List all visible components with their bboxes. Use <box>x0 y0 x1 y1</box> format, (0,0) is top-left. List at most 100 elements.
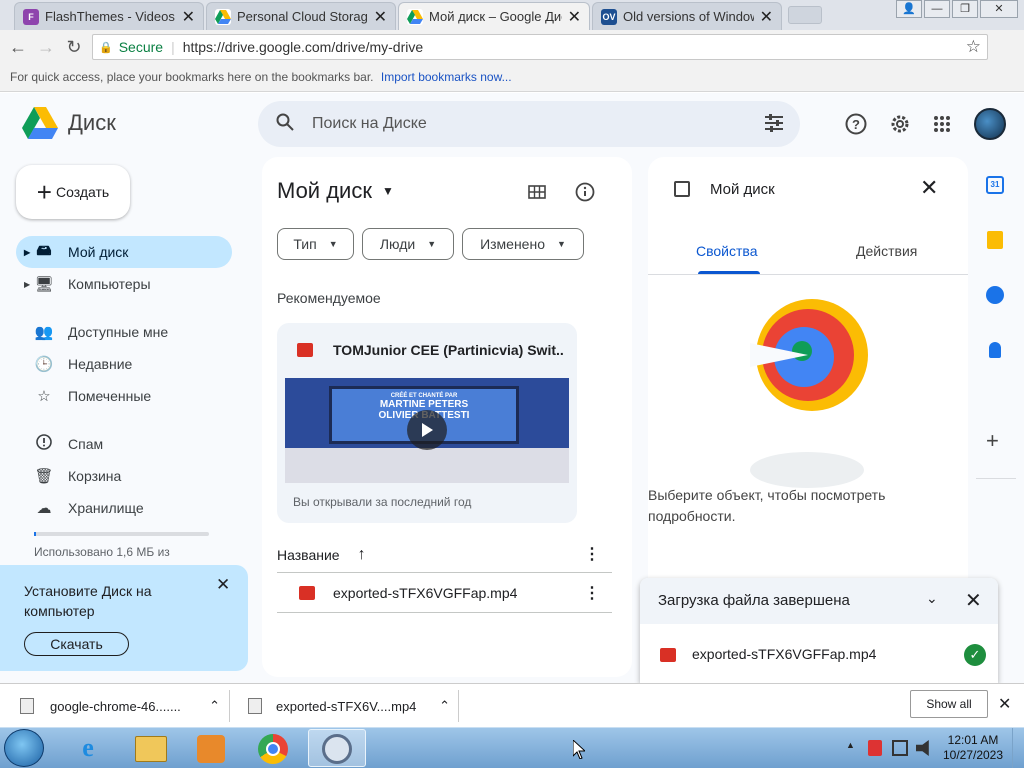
contacts-icon[interactable] <box>989 342 1001 358</box>
tab-title: Мой диск – Google Диск <box>429 9 562 24</box>
name-column-header[interactable]: Название <box>277 547 340 563</box>
keep-icon[interactable] <box>987 231 1003 249</box>
table-row[interactable]: exported-sTFX6VGFFap.mp4 ⋮ <box>277 573 612 613</box>
add-addon-plus-icon[interactable]: + <box>986 428 999 454</box>
drive-logo[interactable]: Диск <box>22 107 116 139</box>
network-icon[interactable] <box>892 740 908 756</box>
sidebar-item-spam[interactable]: Спам <box>16 428 232 460</box>
page-title-text: Мой диск <box>277 178 372 203</box>
tab-actions[interactable]: Действия <box>856 243 917 259</box>
calendar-icon[interactable]: 31 <box>986 176 1004 194</box>
chrome-taskbar-icon[interactable] <box>258 734 288 764</box>
url-text[interactable]: https://drive.google.com/drive/my-drive <box>183 39 423 55</box>
sidebar-item-shared[interactable]: 👥 Доступные мне <box>16 316 232 348</box>
action-center-flag-icon[interactable] <box>868 740 882 756</box>
chrome-window-icon <box>322 734 352 764</box>
filter-type[interactable]: Тип ▼ <box>277 228 354 260</box>
sidebar-item-trash[interactable]: 🗑 Корзина <box>16 460 232 492</box>
close-shelf-icon[interactable]: ✕ <box>998 694 1011 714</box>
tab-old-versions[interactable]: OV Old versions of Windows ✕ <box>592 2 782 30</box>
start-button[interactable] <box>4 729 44 767</box>
back-arrow-icon[interactable]: ← <box>6 35 30 59</box>
download-item-mp4[interactable]: exported-sTFX6V....mp4 ⌃ <box>240 692 450 720</box>
filter-people[interactable]: Люди ▼ <box>362 228 454 260</box>
tab-personal-cloud[interactable]: Personal Cloud Storage & ✕ <box>206 2 396 30</box>
tab-title: Personal Cloud Storage & <box>237 9 368 24</box>
play-icon[interactable] <box>407 410 447 450</box>
info-icon[interactable] <box>567 174 603 210</box>
avatar[interactable] <box>974 108 1006 140</box>
page-title[interactable]: Мой диск ▼ <box>277 178 394 204</box>
drive-search-bar[interactable]: Поиск на Диске <box>258 101 800 147</box>
window-close-button[interactable]: ✕ <box>980 0 1018 18</box>
volume-muted-icon[interactable] <box>916 740 929 756</box>
file-explorer-icon[interactable] <box>135 736 167 762</box>
windows-taskbar: e ▲ 12:01 AM 10/27/2023 <box>0 727 1024 768</box>
close-tab-icon[interactable]: ✕ <box>374 7 387 27</box>
sidebar-item-storage[interactable]: ☁ Хранилище <box>16 492 232 524</box>
storage-text: Использовано 1,6 МБ из <box>34 545 170 559</box>
bookmark-star-icon[interactable]: ☆ <box>966 37 981 57</box>
apps-grid-icon[interactable] <box>924 106 960 142</box>
sidebar-item-my-drive[interactable]: ▶ 🖴 Мой диск <box>16 236 232 268</box>
sidebar-item-computers[interactable]: ▶ 🖥 Компьютеры <box>16 268 232 300</box>
sort-arrow-up-icon[interactable]: ↑ <box>358 546 366 564</box>
close-tab-icon[interactable]: ✕ <box>182 7 195 27</box>
card-subtitle: Вы открывали за последний год <box>293 495 472 509</box>
search-icon[interactable] <box>276 113 294 136</box>
download-item-chrome[interactable]: google-chrome-46....... ⌃ <box>10 692 220 720</box>
expand-arrow-icon[interactable]: ▶ <box>24 280 30 289</box>
create-button[interactable]: + Создать <box>16 165 130 219</box>
tab-my-drive[interactable]: Мой диск – Google Диск ✕ <box>398 2 590 30</box>
active-chrome-window-button[interactable] <box>308 729 366 767</box>
reload-icon[interactable]: ↻ <box>62 35 86 59</box>
forward-arrow-icon[interactable]: → <box>34 35 58 59</box>
download-drive-button[interactable]: Скачать <box>24 632 129 656</box>
search-input[interactable]: Поиск на Диске <box>312 115 427 133</box>
settings-gear-icon[interactable] <box>882 106 918 142</box>
chevron-up-icon[interactable]: ⌃ <box>209 698 220 714</box>
chevron-up-icon[interactable]: ⌃ <box>439 698 450 714</box>
close-tab-icon[interactable]: ✕ <box>568 7 581 27</box>
show-all-downloads-button[interactable]: Show all <box>910 690 988 718</box>
grid-view-icon[interactable] <box>519 174 555 210</box>
drive-logo-icon <box>22 107 58 139</box>
close-tab-icon[interactable]: ✕ <box>760 7 773 27</box>
close-toast-icon[interactable]: ✕ <box>965 588 982 613</box>
browser-toolbar: ← → ↻ 🔒 Secure | https://drive.google.co… <box>0 30 1024 64</box>
details-empty-text: Выберите объект, чтобы посмотреть подроб… <box>648 487 886 524</box>
video-thumbnail[interactable]: CRÉÉ ET CHANTÉ PAR MARTINE PETERS OLIVIE… <box>285 378 569 483</box>
show-hidden-icons-arrow-icon[interactable]: ▲ <box>846 740 855 750</box>
internet-explorer-icon[interactable]: e <box>72 734 104 762</box>
collapse-chevron-icon[interactable]: ⌄ <box>926 590 938 607</box>
sidebar-item-starred[interactable]: ☆ Помеченные <box>16 380 232 412</box>
tab-properties[interactable]: Свойства <box>696 243 757 259</box>
minimize-button[interactable]: — <box>924 0 950 18</box>
show-desktop-button[interactable] <box>1012 728 1024 768</box>
sidebar-item-recent[interactable]: 🕒 Недавние <box>16 348 232 380</box>
system-clock[interactable]: 12:01 AM 10/27/2023 <box>938 733 1008 763</box>
toast-file-name[interactable]: exported-sTFX6VGFFap.mp4 <box>692 646 876 662</box>
media-player-icon[interactable] <box>197 735 225 763</box>
import-bookmarks-link[interactable]: Import bookmarks now... <box>381 70 512 84</box>
new-tab-button[interactable] <box>788 6 822 24</box>
search-options-icon[interactable] <box>764 113 784 135</box>
restore-button[interactable]: ❐ <box>952 0 978 18</box>
close-promo-icon[interactable]: ✕ <box>216 575 230 595</box>
close-details-icon[interactable]: ✕ <box>920 175 938 201</box>
dropdown-arrow-icon: ▼ <box>427 239 437 249</box>
more-options-icon[interactable]: ⋮ <box>584 583 600 603</box>
upload-complete-toast: Загрузка файла завершена ⌄ ✕ exported-sT… <box>640 578 998 683</box>
filter-label: Тип <box>293 236 317 252</box>
sidebar-item-label: Компьютеры <box>68 276 151 292</box>
user-profile-icon[interactable]: 👤 <box>896 0 922 18</box>
download-file-name: exported-sTFX6V....mp4 <box>276 698 417 714</box>
expand-arrow-icon[interactable]: ▶ <box>24 248 30 257</box>
address-bar[interactable]: 🔒 Secure | https://drive.google.com/driv… <box>92 34 988 60</box>
tasks-icon[interactable] <box>986 286 1004 304</box>
more-options-icon[interactable]: ⋮ <box>584 546 600 562</box>
suggested-file-card[interactable]: TOMJunior CEE (Partinicvia) Swit... CRÉÉ… <box>277 323 577 523</box>
tab-flashthemes[interactable]: F FlashThemes - Videos ✕ <box>14 2 204 30</box>
filter-modified[interactable]: Изменено ▼ <box>462 228 584 260</box>
help-icon[interactable]: ? <box>838 106 874 142</box>
